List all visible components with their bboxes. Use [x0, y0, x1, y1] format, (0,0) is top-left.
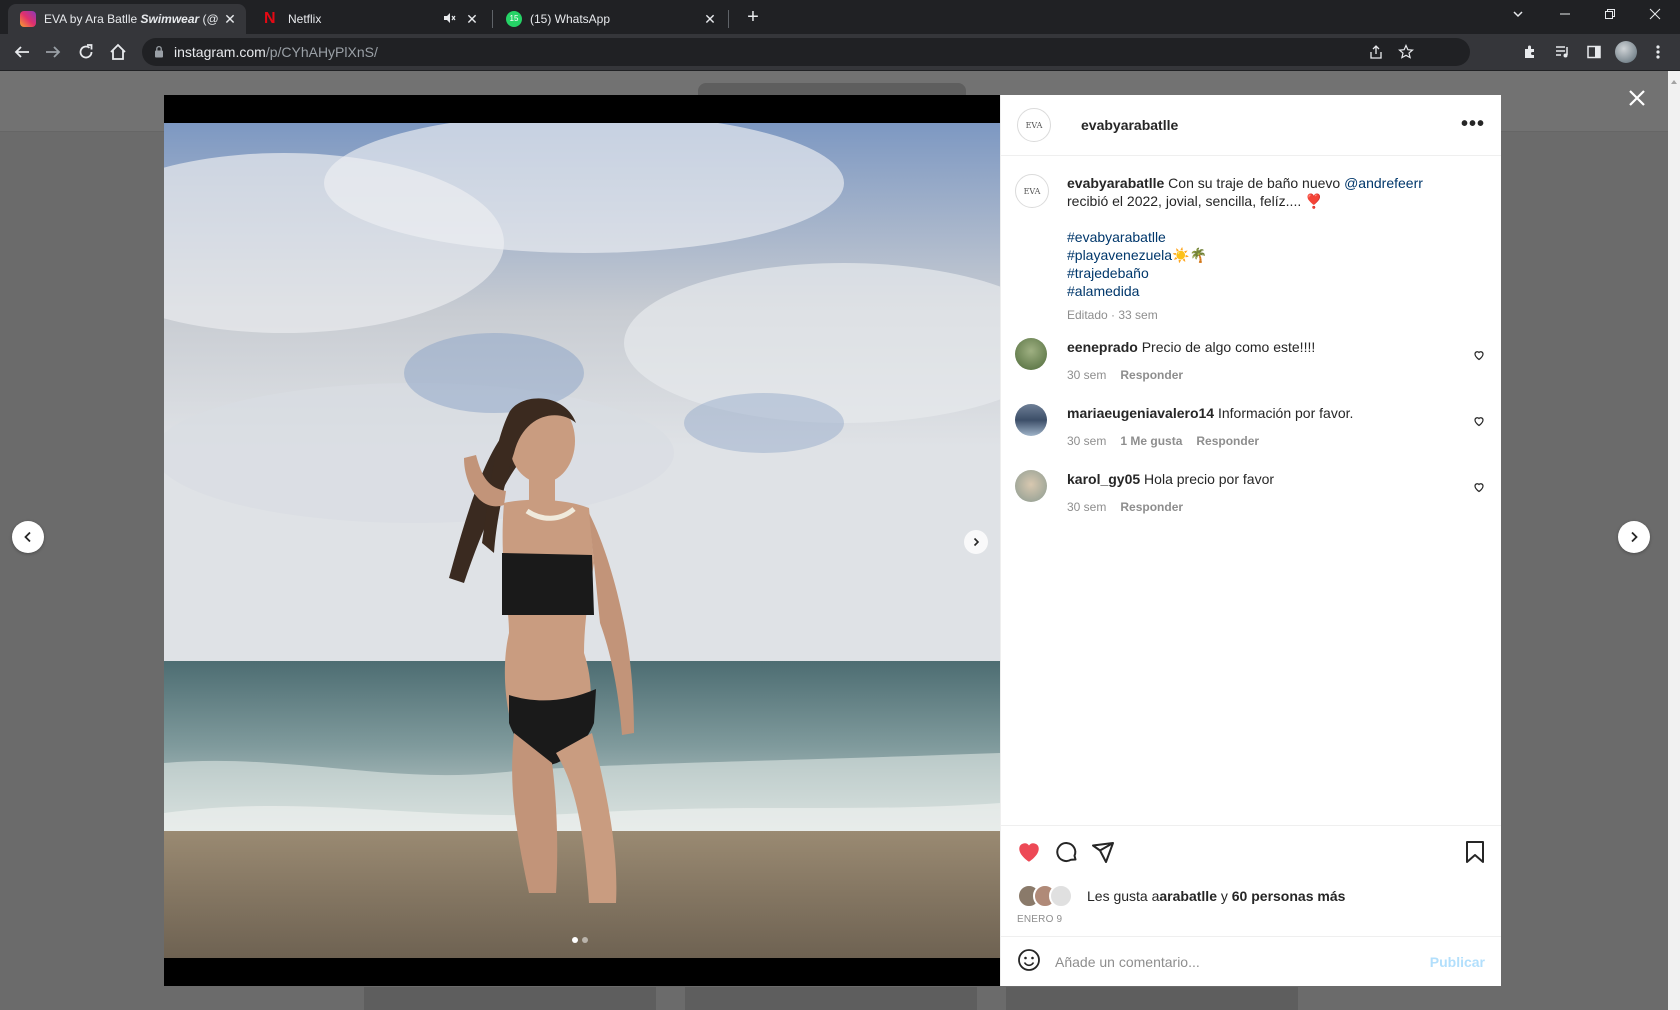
comment-author[interactable]: mariaeugeniavalero14: [1067, 405, 1214, 421]
browser-toolbar: instagram.com/p/CYhAHyPlXnS/: [0, 34, 1680, 71]
post-modal: EVA evabyarabatlle ••• EVA evabyarabatll…: [164, 95, 1501, 986]
hashtag-link[interactable]: #trajedebaño: [1067, 264, 1457, 282]
emoji-icon[interactable]: [1017, 948, 1041, 977]
previous-post-button[interactable]: [12, 521, 44, 553]
carousel-indicator: [572, 937, 588, 943]
page-scrollbar[interactable]: [1668, 71, 1680, 1010]
likes-summary: Les gusta a arabatlle y 60 personas más: [1017, 884, 1345, 908]
browser-menu-icon[interactable]: [1646, 40, 1670, 64]
reply-button[interactable]: Responder: [1120, 500, 1183, 514]
url-path: /p/CYhAHyPlXnS/: [265, 44, 378, 60]
reply-button[interactable]: Responder: [1196, 434, 1259, 448]
chevron-right-icon: [1631, 531, 1638, 543]
restore-icon[interactable]: [1590, 4, 1630, 26]
carousel-dot: [572, 937, 578, 943]
add-comment-bar: Añade un comentario... Publicar: [1001, 936, 1501, 987]
minimize-icon[interactable]: [1545, 4, 1585, 26]
new-tab-button[interactable]: +: [740, 6, 766, 30]
close-icon[interactable]: [1625, 86, 1649, 110]
avatar[interactable]: [1049, 884, 1073, 908]
extensions-icon[interactable]: [1518, 40, 1542, 64]
avatar[interactable]: [1015, 470, 1047, 502]
grid-thumb: [364, 987, 656, 1010]
more-options-icon[interactable]: •••: [1461, 113, 1485, 136]
mention-link[interactable]: @andrefeerr: [1344, 175, 1423, 191]
like-heart-icon[interactable]: [1015, 838, 1043, 866]
liker-username[interactable]: arabatlle: [1159, 888, 1217, 904]
carousel-next-button[interactable]: [964, 530, 988, 554]
mute-icon[interactable]: [442, 11, 456, 28]
likes-count-link[interactable]: 60 personas más: [1232, 888, 1346, 904]
reload-icon[interactable]: [74, 40, 98, 64]
address-bar[interactable]: instagram.com/p/CYhAHyPlXnS/: [142, 38, 1470, 66]
comment-icon[interactable]: [1053, 838, 1081, 866]
tab-search-icon[interactable]: [1498, 4, 1538, 26]
comments-section: EVA evabyarabatlle Con su traje de baño …: [1001, 156, 1501, 911]
close-tab-button[interactable]: ✕: [464, 11, 480, 28]
like-comment-icon[interactable]: [1473, 348, 1485, 366]
next-post-button[interactable]: [1618, 521, 1650, 553]
comment-text: Precio de algo como este!!!!: [1137, 339, 1316, 355]
grid-thumb: [685, 987, 977, 1010]
back-icon[interactable]: [10, 40, 34, 64]
like-comment-icon[interactable]: [1473, 480, 1485, 498]
avatar[interactable]: EVA: [1015, 174, 1049, 208]
scroll-up-icon[interactable]: [1670, 73, 1678, 84]
post-side-panel: EVA evabyarabatlle ••• EVA evabyarabatll…: [1000, 95, 1501, 986]
comment-text: Hola precio por favor: [1140, 471, 1275, 487]
post-author[interactable]: evabyarabatlle: [1081, 117, 1178, 133]
chevron-right-icon: [973, 537, 980, 547]
tab-divider: [728, 10, 729, 28]
avatar[interactable]: EVA: [1017, 108, 1051, 142]
profile-avatar[interactable]: [1614, 40, 1638, 64]
caption-author[interactable]: evabyarabatlle: [1067, 175, 1164, 191]
hashtag-link[interactable]: #alamedida: [1067, 282, 1457, 300]
tab-netflix[interactable]: N Netflix ✕: [252, 4, 488, 34]
comment-author[interactable]: eeneprado: [1067, 339, 1138, 355]
share-icon[interactable]: [1089, 838, 1117, 866]
post-date[interactable]: ENERO 9: [1017, 914, 1062, 925]
url-host: instagram.com: [174, 44, 266, 60]
hashtag-link[interactable]: #playavenezuela☀️🌴: [1067, 246, 1457, 264]
bookmark-star-icon[interactable]: [1398, 44, 1414, 65]
tab-instagram[interactable]: EVA by Ara Batlle Swimwear (@ ✕: [8, 4, 246, 34]
hashtag-link[interactable]: #evabyarabatlle: [1067, 228, 1457, 246]
comment-author[interactable]: karol_gy05: [1067, 471, 1140, 487]
whatsapp-icon: 15: [506, 11, 522, 27]
forward-icon[interactable]: [41, 40, 65, 64]
home-icon[interactable]: [106, 40, 130, 64]
tab-strip: EVA by Ara Batlle Swimwear (@ ✕ N Netfli…: [0, 0, 1680, 34]
save-bookmark-icon[interactable]: [1461, 838, 1489, 866]
caption-meta: Editado · 33 sem: [1067, 308, 1158, 322]
lock-icon[interactable]: [154, 45, 164, 63]
comment-input[interactable]: Añade un comentario...: [1055, 954, 1430, 970]
avatar[interactable]: [1015, 338, 1047, 370]
comment-time[interactable]: 30 sem: [1067, 500, 1106, 514]
comment-time[interactable]: 30 sem: [1067, 368, 1106, 382]
grid-thumb: [1006, 987, 1298, 1010]
comment-text: Información por favor.: [1214, 405, 1354, 421]
tab-divider: [492, 10, 493, 28]
like-comment-icon[interactable]: [1473, 414, 1485, 432]
comment-likes[interactable]: 1 Me gusta: [1120, 434, 1182, 448]
comment-time[interactable]: 30 sem: [1067, 434, 1106, 448]
tab-whatsapp[interactable]: 15 (15) WhatsApp ✕: [494, 4, 726, 34]
media-control-icon[interactable]: [1550, 40, 1574, 64]
netflix-icon: N: [264, 10, 276, 27]
post-photo[interactable]: [164, 123, 1000, 958]
chevron-left-icon: [24, 531, 31, 543]
publish-button[interactable]: Publicar: [1430, 954, 1485, 970]
close-window-icon[interactable]: [1635, 4, 1675, 26]
instagram-icon: [20, 11, 36, 27]
close-tab-button[interactable]: ✕: [222, 11, 238, 28]
share-icon[interactable]: [1368, 44, 1384, 65]
close-tab-button[interactable]: ✕: [702, 11, 718, 28]
carousel-dot: [582, 937, 588, 943]
post-header: EVA evabyarabatlle •••: [1001, 95, 1501, 156]
post-media: [164, 95, 1000, 986]
side-panel-icon[interactable]: [1582, 40, 1606, 64]
avatar[interactable]: [1015, 404, 1047, 436]
post-actions: Les gusta a arabatlle y 60 personas más …: [1001, 825, 1501, 986]
reply-button[interactable]: Responder: [1120, 368, 1183, 382]
